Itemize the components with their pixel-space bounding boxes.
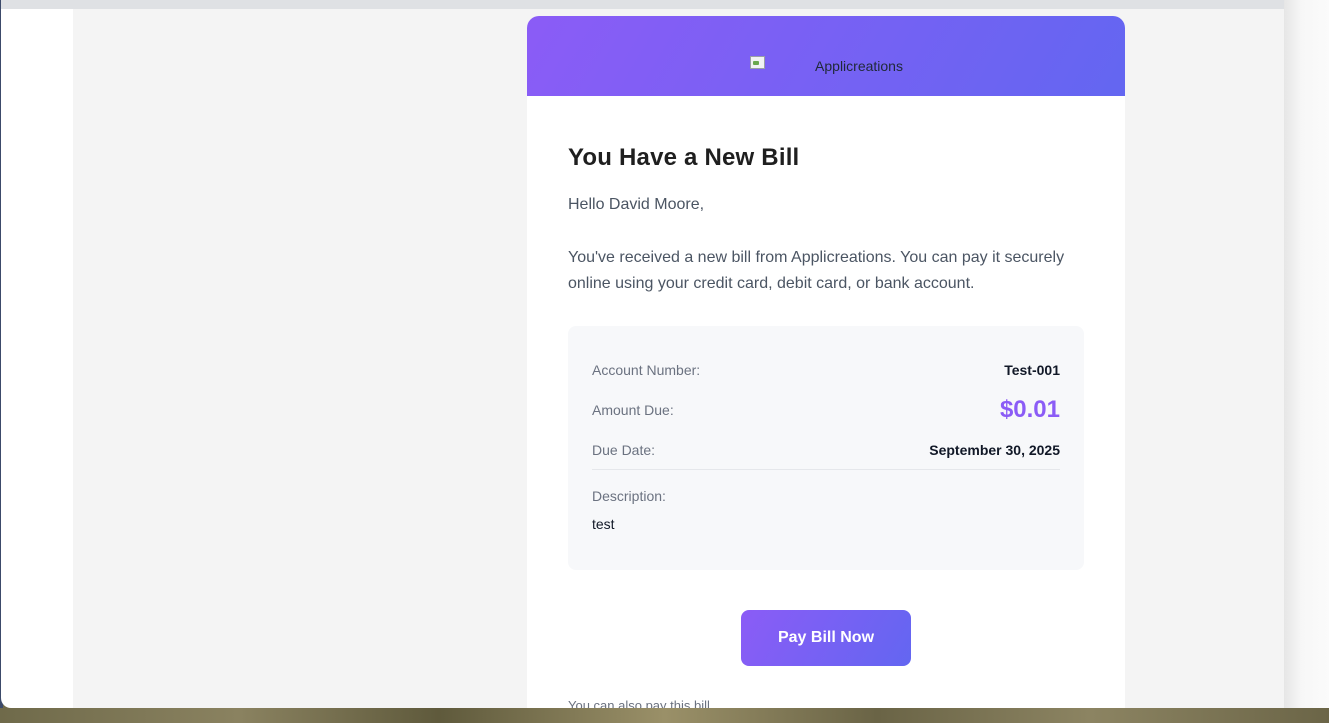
amount-due-value: $0.01 <box>999 396 1060 423</box>
right-window-edge <box>1284 0 1329 708</box>
footer-text: You can also pay this bill... <box>568 698 721 708</box>
email-title: You Have a New Bill <box>568 144 800 171</box>
description-label: Description: <box>592 488 666 504</box>
greeting-text: Hello David Moore, <box>568 196 705 213</box>
due-date-label: Due Date: <box>592 442 656 458</box>
broken-image-icon <box>749 55 766 71</box>
top-bar <box>1 0 1285 9</box>
amount-due-label: Amount Due: <box>592 402 674 418</box>
account-number-label: Account Number: <box>592 362 701 378</box>
due-date-value: September 30, 2025 <box>929 442 1060 458</box>
account-number-value: Test-001 <box>1004 362 1060 378</box>
email-card: Applicreations You Have a New Bill Hello… <box>527 16 1125 708</box>
email-header: Applicreations <box>527 16 1125 96</box>
bill-details-box: Account Number: Test-001 Amount Due: $0.… <box>568 326 1084 570</box>
bill-divider <box>592 469 1060 470</box>
description-value: test <box>592 516 615 532</box>
pay-button-wrap: Pay Bill Now <box>568 610 1084 666</box>
account-number-row: Account Number: Test-001 <box>592 359 1060 381</box>
pay-bill-button[interactable]: Pay Bill Now <box>741 610 911 666</box>
intro-text: You've received a new bill from Applicre… <box>568 249 1065 292</box>
browser-viewport: Applicreations You Have a New Bill Hello… <box>1 0 1285 708</box>
email-body: You Have a New Bill Hello David Moore, Y… <box>527 96 1125 708</box>
logo-alt-text: Applicreations <box>815 58 903 74</box>
company-logo: Applicreations <box>749 55 903 74</box>
due-date-row: Due Date: September 30, 2025 <box>592 439 1060 461</box>
amount-due-row: Amount Due: $0.01 <box>592 395 1060 425</box>
